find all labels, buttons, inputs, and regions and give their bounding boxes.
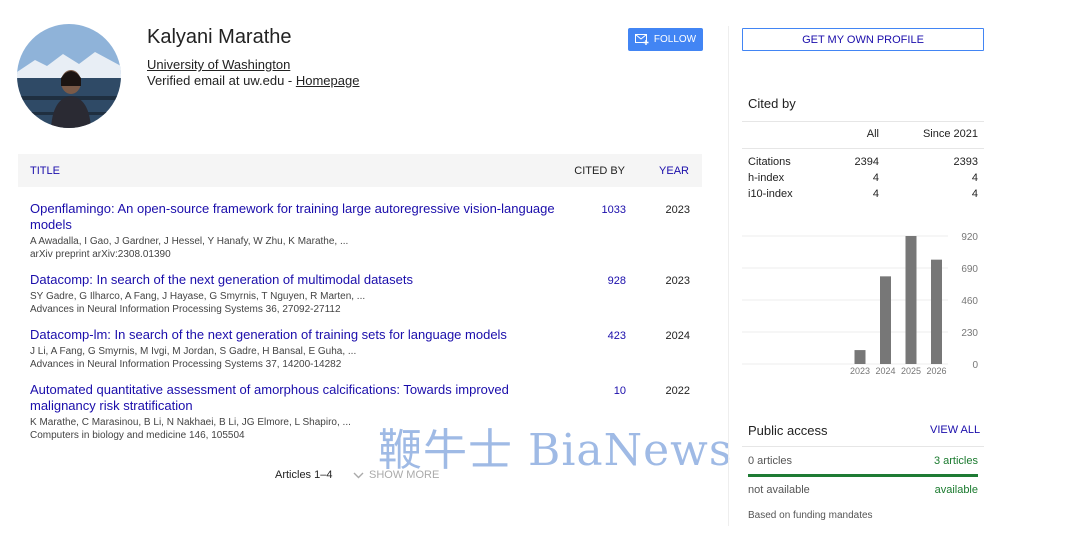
cited-by-link[interactable]: 928 xyxy=(590,275,626,287)
sort-by-cited[interactable]: CITED BY xyxy=(574,165,625,177)
y-tick-label: 230 xyxy=(961,328,978,339)
homepage-link[interactable]: Homepage xyxy=(296,73,360,88)
metric-since: 4 xyxy=(971,188,978,200)
col-all-header: All xyxy=(866,128,879,140)
cited-by-link[interactable]: 1033 xyxy=(590,204,626,216)
article-title-link[interactable]: Datacomp-lm: In search of the next gener… xyxy=(30,327,560,343)
citations-chart: 0 230 460 690 920 2023 2024 2025 2026 xyxy=(742,232,978,376)
article-venue: Advances in Neural Information Processin… xyxy=(30,359,342,370)
bar-2026[interactable] xyxy=(931,259,942,364)
col-since-header: Since 2021 xyxy=(922,128,978,140)
table-row: Datacomp: In search of the next generati… xyxy=(30,272,702,316)
follow-label: FOLLOW xyxy=(653,34,697,45)
metric-label: h-index xyxy=(748,172,785,184)
metric-all: 2394 xyxy=(854,156,879,168)
metric-label: i10-index xyxy=(748,188,793,200)
metric-since: 2393 xyxy=(953,156,978,168)
chevron-down-icon xyxy=(353,472,364,478)
article-year: 2023 xyxy=(665,204,690,216)
y-tick-label: 460 xyxy=(961,296,978,307)
sort-by-year[interactable]: YEAR xyxy=(659,165,689,177)
profile-name: Kalyani Marathe xyxy=(147,26,292,48)
table-row: Openflamingo: An open-source framework f… xyxy=(30,201,702,261)
metric-label: Citations xyxy=(748,156,791,168)
article-authors: SY Gadre, G Ilharco, A Fang, J Hayase, G… xyxy=(30,291,366,302)
divider xyxy=(742,148,984,149)
available-count: 3 articles xyxy=(933,455,978,467)
not-available-count: 0 articles xyxy=(748,455,793,467)
y-tick-label: 0 xyxy=(972,360,978,371)
cited-by-link[interactable]: 10 xyxy=(590,385,626,397)
bar-2024[interactable] xyxy=(880,276,891,364)
funding-mandates-note: Based on funding mandates xyxy=(748,510,873,521)
divider xyxy=(742,121,984,122)
divider xyxy=(742,446,984,447)
article-title-link[interactable]: Automated quantitative assessment of amo… xyxy=(30,382,530,414)
article-year: 2022 xyxy=(665,385,690,397)
x-tick-label: 2025 xyxy=(901,366,921,376)
show-more-button[interactable]: SHOW MORE xyxy=(353,469,439,481)
article-authors: A Awadalla, I Gao, J Gardner, J Hessel, … xyxy=(30,236,349,247)
bar-2023[interactable] xyxy=(854,350,866,364)
article-title-link[interactable]: Openflamingo: An open-source framework f… xyxy=(30,201,560,233)
article-year: 2024 xyxy=(665,330,690,342)
public-access-bar-fill xyxy=(748,474,978,477)
article-title-link[interactable]: Datacomp: In search of the next generati… xyxy=(30,272,560,288)
show-more-label: SHOW MORE xyxy=(369,469,440,481)
view-all-link[interactable]: VIEW ALL xyxy=(930,424,980,436)
get-own-profile-button[interactable]: GET MY OWN PROFILE xyxy=(742,28,984,51)
articles-range: Articles 1–4 xyxy=(275,469,333,481)
x-tick-label: 2024 xyxy=(875,366,895,376)
avatar xyxy=(17,24,121,128)
public-access-bar xyxy=(748,474,978,477)
x-tick-label: 2026 xyxy=(926,366,946,376)
metric-since: 4 xyxy=(971,172,978,184)
table-row: Datacomp-lm: In search of the next gener… xyxy=(30,327,702,371)
y-tick-label: 920 xyxy=(961,232,978,243)
article-year: 2023 xyxy=(665,275,690,287)
metric-all: 4 xyxy=(872,188,879,200)
x-tick-label: 2023 xyxy=(850,366,870,376)
cited-by-link[interactable]: 423 xyxy=(590,330,626,342)
cited-by-heading: Cited by xyxy=(748,96,796,111)
y-tick-label: 690 xyxy=(961,264,978,275)
metric-all: 4 xyxy=(872,172,879,184)
not-available-label: not available xyxy=(748,484,810,496)
email-line: Verified email at uw.edu - Homepage xyxy=(147,73,359,88)
available-label: available xyxy=(934,484,978,496)
verified-email-text: Verified email at uw.edu - xyxy=(147,73,296,88)
affiliation-link[interactable]: University of Washington xyxy=(147,57,290,72)
sort-by-title[interactable]: TITLE xyxy=(30,165,60,177)
article-authors: J Li, A Fang, G Smyrnis, M Ivgi, M Jorda… xyxy=(30,346,357,357)
follow-button[interactable]: FOLLOW xyxy=(628,28,703,51)
column-divider xyxy=(728,26,729,526)
article-venue: arXiv preprint arXiv:2308.01390 xyxy=(30,249,171,260)
bar-2025[interactable] xyxy=(905,236,917,364)
envelope-plus-icon xyxy=(634,34,649,45)
articles-table-header: TITLE CITED BY YEAR xyxy=(18,154,702,187)
public-access-heading: Public access xyxy=(748,423,828,438)
article-venue: Advances in Neural Information Processin… xyxy=(30,304,341,315)
